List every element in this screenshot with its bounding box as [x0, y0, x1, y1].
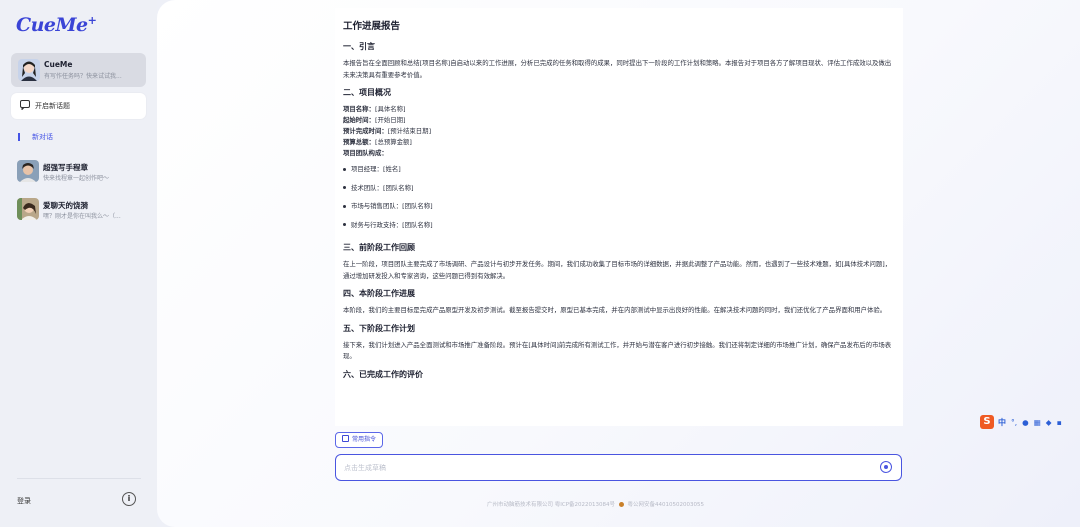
- icp-link[interactable]: 广州市动脑筋技术有限公司 粤ICP备2022013084号: [487, 502, 615, 508]
- active-indicator: [18, 133, 20, 141]
- section-heading: 五、下阶段工作计划: [343, 323, 415, 333]
- app-logo[interactable]: CueMe+: [16, 14, 97, 36]
- cueme-avatar: [18, 59, 40, 81]
- common-commands-label: 常用指令: [352, 436, 377, 443]
- composer: [335, 454, 902, 481]
- command-icon: [342, 435, 349, 442]
- section-heading: 六、已完成工作的评价: [343, 369, 423, 379]
- section-heading: 二、项目概况: [343, 88, 391, 97]
- login-link[interactable]: 登录: [17, 496, 31, 506]
- skin-icon[interactable]: ◆: [1046, 418, 1052, 427]
- sogou-logo-icon[interactable]: S: [980, 415, 994, 429]
- section-heading: 四、本阶段工作进展: [343, 289, 415, 298]
- section-text: 在上一阶段，项目团队主要完成了市场调研、产品设计与初步开发任务。期间，我们成功收…: [343, 260, 892, 280]
- sidebar-item-bot-2[interactable]: 爱聊天的饶漪 嘿？刚才是你在叫我么～（...: [11, 195, 146, 225]
- section-text: 本阶段，我们的主要目标是完成产品原型开发及初步测试。截至报告提交时，原型已基本完…: [343, 306, 887, 314]
- divider: [17, 478, 141, 479]
- project-field: 预算总额：[总预算金额]: [343, 138, 412, 146]
- footer: 广州市动脑筋技术有限公司 粤ICP备2022013084号 粤公网安备44010…: [487, 500, 704, 508]
- section-heading: 三、前阶段工作回顾: [343, 243, 415, 252]
- report-title: 工作进展报告: [343, 21, 401, 32]
- list-item: 市场与销售团队：[团队名称]: [343, 200, 895, 219]
- sidebar-item-cueme[interactable]: CueMe 有写作任务吗？快来试试我...: [11, 53, 146, 87]
- bot-name: 超强写手程章: [43, 163, 88, 172]
- list-item: 项目经理：[姓名]: [343, 163, 895, 182]
- main-panel: 工作进展报告 一、引言 本报告旨在全面回顾和总结[项目名称]自启动以来的工作进展…: [157, 0, 1080, 527]
- report-document: 工作进展报告 一、引言 本报告旨在全面回顾和总结[项目名称]自启动以来的工作进展…: [335, 8, 903, 426]
- project-field: 项目名称：[具体名称]: [343, 105, 406, 113]
- ime-lang[interactable]: 中: [998, 417, 1006, 428]
- list-item: 财务与行政支持：[团队名称]: [343, 219, 895, 238]
- police-badge-icon: [618, 501, 624, 507]
- new-topic-icon: [20, 100, 30, 110]
- bot-desc: 有写作任务吗？快来试试我...: [44, 73, 122, 80]
- police-link[interactable]: 粤公网安备44010502003055: [628, 502, 705, 508]
- section-text: 接下来，我们计划进入产品全面测试和市场推广准备阶段。预计在[具体时间]前完成所有…: [343, 340, 892, 361]
- new-chat-label: 新对话: [32, 133, 53, 141]
- ime-toolbar[interactable]: S 中 °, ● ▦ ◆ ▪: [980, 414, 1078, 430]
- send-icon[interactable]: [880, 461, 892, 473]
- common-commands-button[interactable]: 常用指令: [335, 432, 384, 448]
- bot-name: 爱聊天的饶漪: [43, 201, 88, 210]
- section-heading: 一、引言: [343, 42, 375, 51]
- team-list: 项目经理：[姓名] 技术团队：[团队名称] 市场与销售团队：[团队名称] 财务与…: [343, 163, 895, 237]
- message-input[interactable]: [344, 461, 864, 474]
- bot-desc: 嘿？刚才是你在叫我么～（...: [43, 213, 121, 220]
- new-topic-label: 开启新话题: [35, 102, 70, 110]
- bot-name: CueMe: [44, 60, 73, 69]
- section-text: 本报告旨在全面回顾和总结[项目名称]自启动以来的工作进展，分析已完成的任务和取得…: [343, 59, 892, 79]
- sidebar: CueMe+ CueMe 有写作任务吗？快来试试我... 开启新话题 新对话 超…: [0, 0, 157, 527]
- punctuation-icon[interactable]: °,: [1011, 418, 1017, 427]
- sidebar-item-bot-1[interactable]: 超强写手程章 快来找程章一起创作吧～: [11, 157, 146, 187]
- toolbox-icon[interactable]: ▪: [1057, 418, 1062, 427]
- new-topic-button[interactable]: 开启新话题: [11, 93, 146, 119]
- project-field: 项目团队构成：: [343, 149, 388, 157]
- keyboard-icon[interactable]: ▦: [1034, 418, 1041, 427]
- project-field: 起始时间：[开始日期]: [343, 116, 406, 124]
- bot-desc: 快来找程章一起创作吧～: [43, 175, 110, 182]
- microphone-icon[interactable]: ●: [1022, 418, 1029, 427]
- list-item: 技术团队：[团队名称]: [343, 182, 895, 201]
- info-icon[interactable]: i: [122, 492, 136, 506]
- bot-2-avatar: [17, 198, 39, 220]
- project-field: 预计完成时间：[预计结束日期]: [343, 127, 432, 135]
- bot-1-avatar: [17, 160, 39, 182]
